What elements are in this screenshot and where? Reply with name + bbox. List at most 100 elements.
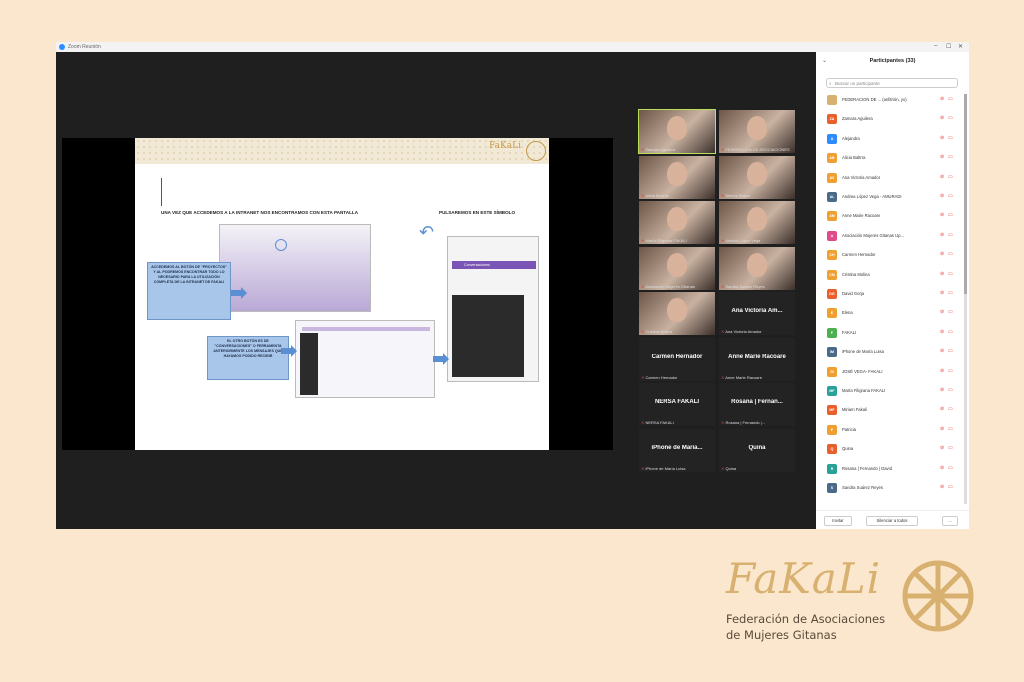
participant-row[interactable]: IM iPhone de María Luisa ⊘ ▭ bbox=[816, 346, 964, 358]
participant-row[interactable]: F FAKALI ⊘ ▭ bbox=[816, 327, 964, 339]
video-off-icon[interactable]: ▭ bbox=[948, 135, 953, 141]
video-tile[interactable]: ✕ FEDERACION DE ASOCIACIONES bbox=[719, 110, 795, 153]
video-tile[interactable]: Quina ✕ Quina bbox=[719, 428, 795, 472]
video-off-icon[interactable]: ▭ bbox=[948, 290, 953, 296]
tile-name-text: Sandra Suárez Reyes bbox=[725, 283, 765, 289]
participant-row[interactable]: AV Ana Victoria Amador ⊘ ▭ bbox=[816, 172, 964, 184]
video-off-icon[interactable]: ▭ bbox=[948, 212, 953, 218]
muted-mic-icon[interactable]: ⊘ bbox=[940, 154, 944, 160]
video-off-icon[interactable]: ▭ bbox=[948, 174, 953, 180]
video-off-icon[interactable]: ▭ bbox=[948, 484, 953, 490]
video-off-icon[interactable]: ▭ bbox=[948, 251, 953, 257]
video-tile[interactable]: Rosana | Fernan... ✕ Rosana | Fernando |.… bbox=[719, 383, 795, 426]
participant-row[interactable]: A Alejandra ⊘ ▭ bbox=[816, 133, 964, 145]
maximize-icon[interactable]: ☐ bbox=[946, 43, 951, 50]
muted-mic-icon[interactable]: ⊘ bbox=[940, 251, 944, 257]
muted-mic-icon[interactable]: ⊘ bbox=[940, 115, 944, 121]
video-tile[interactable]: ✕ María Filigrana FAKALI bbox=[639, 201, 715, 244]
muted-mic-icon[interactable]: ⊘ bbox=[940, 387, 944, 393]
muted-mic-icon[interactable]: ⊘ bbox=[940, 309, 944, 315]
invite-button[interactable]: Invitar bbox=[824, 516, 852, 526]
participant-row[interactable]: MF Miriam Fakali ⊘ ▭ bbox=[816, 404, 964, 416]
video-off-icon[interactable]: ▭ bbox=[948, 193, 953, 199]
participant-row[interactable]: AL Andrea López Vega - AMURADI ⊘ ▭ bbox=[816, 191, 964, 203]
video-tile[interactable]: NERSA FAKALI ✕ NERSA FAKALI bbox=[639, 383, 715, 426]
muted-mic-icon[interactable]: ⊘ bbox=[940, 135, 944, 141]
participant-search-input[interactable]: ⌕ Buscar un participante bbox=[826, 78, 958, 88]
participant-row[interactable]: MF María Filigrana FAKALI ⊘ ▭ bbox=[816, 385, 964, 397]
video-tile[interactable]: ✕ Nieves Reyes bbox=[719, 155, 795, 199]
video-off-icon[interactable]: ▭ bbox=[948, 154, 953, 160]
participant-row[interactable]: A Asociación Mujeres Gitanas Up... ⊘ ▭ bbox=[816, 230, 964, 242]
close-icon[interactable]: ✕ bbox=[958, 43, 963, 50]
video-tile[interactable]: ✕ Sandra Suárez Reyes bbox=[719, 246, 795, 290]
video-off-icon[interactable]: ▭ bbox=[948, 309, 953, 315]
muted-mic-icon[interactable]: ⊘ bbox=[940, 406, 944, 412]
video-tile[interactable]: ✕ Asociación Mujeres Gitanas bbox=[639, 246, 715, 290]
video-off-icon[interactable]: ▭ bbox=[948, 329, 953, 335]
video-off-icon[interactable]: ▭ bbox=[948, 445, 953, 451]
collapse-icon[interactable]: ⌄ bbox=[822, 57, 827, 64]
more-button[interactable]: ... bbox=[942, 516, 958, 526]
avatar: R bbox=[827, 463, 837, 474]
callout-conversations: EL OTRO BOTÓN ES DE "CONVERSACIONES" O F… bbox=[207, 336, 289, 380]
muted-mic-icon[interactable]: ⊘ bbox=[940, 348, 944, 354]
muted-mic-icon[interactable]: ⊘ bbox=[940, 271, 944, 277]
participant-row[interactable]: P Patricia ⊘ ▭ bbox=[816, 424, 964, 436]
video-off-icon[interactable]: ▭ bbox=[948, 426, 953, 432]
tile-name-text: Nieves Reyes bbox=[725, 192, 751, 198]
video-off-icon[interactable]: ▭ bbox=[948, 232, 953, 238]
participant-row[interactable]: S Sandra Suárez Reyes ⊘ ▭ bbox=[816, 482, 964, 494]
tile-display-name: NERSA FAKALI bbox=[654, 399, 700, 405]
participants-scrollbar[interactable] bbox=[964, 94, 967, 504]
muted-mic-icon[interactable]: ⊘ bbox=[940, 368, 944, 374]
video-off-icon[interactable]: ▭ bbox=[948, 115, 953, 121]
video-tile[interactable]: iPhone de María... ✕ iPhone de María Luis… bbox=[639, 428, 715, 472]
avatar: JV bbox=[827, 366, 837, 377]
participant-row[interactable]: ZA Zamara Aguilera ⊘ ▭ bbox=[816, 113, 964, 125]
video-tile[interactable]: ✕ Zamara Aguilera bbox=[638, 109, 716, 154]
video-off-icon[interactable]: ▭ bbox=[948, 465, 953, 471]
video-off-icon[interactable]: ▭ bbox=[948, 368, 953, 374]
mute-all-button[interactable]: Silenciar a todos bbox=[866, 516, 918, 526]
muted-mic-icon[interactable]: ⊘ bbox=[940, 212, 944, 218]
video-tile[interactable]: ✕ Andrea López Vega bbox=[719, 201, 795, 244]
minimize-icon[interactable]: – bbox=[934, 43, 937, 49]
participant-row[interactable]: AB Alicia Baltrra ⊘ ▭ bbox=[816, 152, 964, 164]
video-tile[interactable]: ✕ Alicia Bertrán bbox=[639, 155, 715, 199]
avatar: AB bbox=[827, 153, 837, 164]
video-off-icon[interactable]: ▭ bbox=[948, 96, 953, 102]
video-tile[interactable]: Ana Victoria Am... ✕ Ana Victoria Amador bbox=[719, 292, 795, 335]
participant-row[interactable]: AM Anne Marie Racoare ⊘ ▭ bbox=[816, 210, 964, 222]
participant-name: Andrea López Vega - AMURADI bbox=[842, 194, 902, 199]
video-off-icon[interactable]: ▭ bbox=[948, 406, 953, 412]
muted-mic-icon[interactable]: ⊘ bbox=[940, 290, 944, 296]
participant-row[interactable]: R Rosana | Fernando | David ⊘ ▭ bbox=[816, 463, 964, 475]
video-tile[interactable]: Anne Marie Racoare ✕ Anne Marie Racoare bbox=[719, 337, 795, 381]
muted-mic-icon[interactable]: ⊘ bbox=[940, 96, 944, 102]
muted-mic-icon[interactable]: ⊘ bbox=[940, 484, 944, 490]
tile-name-text: Cristina Molina bbox=[645, 329, 672, 334]
scrollbar-thumb[interactable] bbox=[964, 94, 967, 294]
participant-row[interactable]: DG David Gorja ⊘ ▭ bbox=[816, 288, 964, 300]
participant-row[interactable]: FEDERACION DE ... (anfitrión, yo) ⊘ ▭ bbox=[816, 94, 964, 106]
muted-mic-icon[interactable]: ⊘ bbox=[940, 465, 944, 471]
participant-row[interactable]: CM Cristina Molina ⊘ ▭ bbox=[816, 269, 964, 281]
avatar: A bbox=[827, 133, 837, 144]
muted-mic-icon[interactable]: ⊘ bbox=[940, 174, 944, 180]
video-tile[interactable]: ✕ Cristina Molina bbox=[639, 292, 715, 335]
conversations-screenshot bbox=[295, 320, 435, 398]
muted-mic-icon[interactable]: ⊘ bbox=[940, 445, 944, 451]
participant-row[interactable]: E Elena ⊘ ▭ bbox=[816, 307, 964, 319]
muted-mic-icon[interactable]: ⊘ bbox=[940, 193, 944, 199]
muted-mic-icon[interactable]: ⊘ bbox=[940, 329, 944, 335]
muted-mic-icon[interactable]: ⊘ bbox=[940, 426, 944, 432]
participant-row[interactable]: Q Quina ⊘ ▭ bbox=[816, 443, 964, 455]
video-off-icon[interactable]: ▭ bbox=[948, 387, 953, 393]
muted-mic-icon[interactable]: ⊘ bbox=[940, 232, 944, 238]
video-off-icon[interactable]: ▭ bbox=[948, 348, 953, 354]
video-tile[interactable]: Carmen Hernador ✕ Carmen Hernador bbox=[639, 337, 715, 381]
participant-row[interactable]: JV JOSÉ VEGA- FAKALI ⊘ ▭ bbox=[816, 366, 964, 378]
video-off-icon[interactable]: ▭ bbox=[948, 271, 953, 277]
participant-row[interactable]: CH Carmen Hernador ⊘ ▭ bbox=[816, 249, 964, 261]
